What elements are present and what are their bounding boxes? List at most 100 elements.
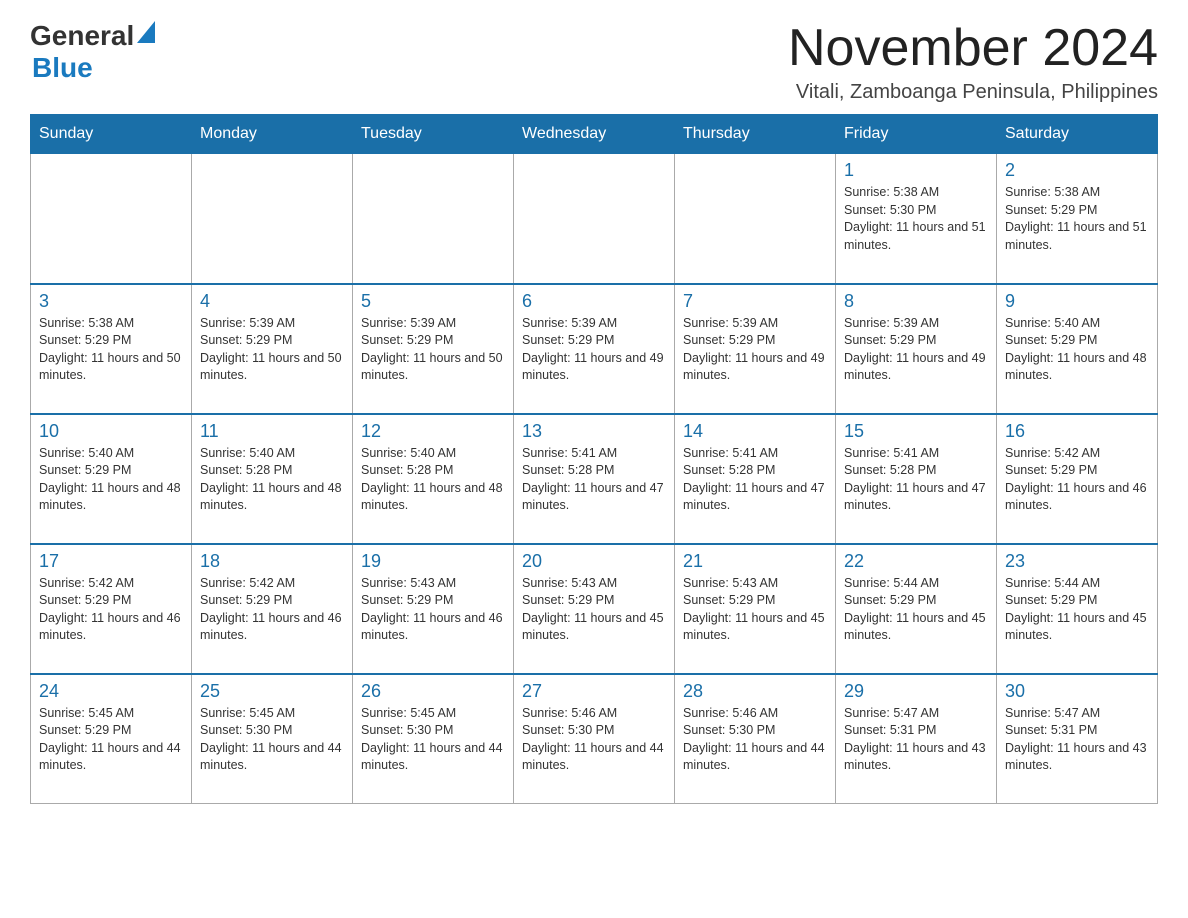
- day-info: Sunrise: 5:40 AM Sunset: 5:29 PM Dayligh…: [1005, 315, 1149, 385]
- day-number: 29: [844, 681, 988, 702]
- day-number: 17: [39, 551, 183, 572]
- calendar-table: SundayMondayTuesdayWednesdayThursdayFrid…: [30, 114, 1158, 804]
- day-info: Sunrise: 5:45 AM Sunset: 5:30 PM Dayligh…: [200, 705, 344, 775]
- day-info: Sunrise: 5:39 AM Sunset: 5:29 PM Dayligh…: [522, 315, 666, 385]
- day-of-week-header: Saturday: [997, 115, 1158, 154]
- day-info: Sunrise: 5:39 AM Sunset: 5:29 PM Dayligh…: [683, 315, 827, 385]
- calendar-day-cell: 13Sunrise: 5:41 AM Sunset: 5:28 PM Dayli…: [514, 414, 675, 544]
- day-info: Sunrise: 5:39 AM Sunset: 5:29 PM Dayligh…: [200, 315, 344, 385]
- day-number: 11: [200, 421, 344, 442]
- day-info: Sunrise: 5:41 AM Sunset: 5:28 PM Dayligh…: [522, 445, 666, 515]
- day-of-week-header: Thursday: [675, 115, 836, 154]
- day-number: 1: [844, 160, 988, 181]
- calendar-day-cell: 14 Sunrise: 5:41 AM Sunset: 5:28 PM Dayli…: [675, 414, 836, 544]
- title-area: November 2024 Vitali, Zamboanga Peninsul…: [788, 20, 1158, 104]
- calendar-day-cell: 21Sunrise: 5:43 AM Sunset: 5:29 PM Dayli…: [675, 544, 836, 674]
- calendar-day-cell: 26 Sunrise: 5:45 AM Sunset: 5:30 PM Dayli…: [353, 674, 514, 804]
- calendar-day-cell: 27 Sunrise: 5:46 AM Sunset: 5:30 PM Dayli…: [514, 674, 675, 804]
- day-info: Sunrise: 5:45 AM Sunset: 5:30 PM Dayligh…: [361, 705, 505, 775]
- calendar-day-cell: 1Sunrise: 5:38 AM Sunset: 5:30 PM Daylig…: [836, 154, 997, 284]
- day-number: 10: [39, 421, 183, 442]
- logo: General Blue: [30, 20, 155, 84]
- calendar-week-row: 3 Sunrise: 5:38 AM Sunset: 5:29 PM Daylig…: [31, 284, 1158, 414]
- calendar-day-cell: 18 Sunrise: 5:42 AM Sunset: 5:29 PM Dayli…: [192, 544, 353, 674]
- calendar-week-row: 10 Sunrise: 5:40 AM Sunset: 5:29 PM Dayli…: [31, 414, 1158, 544]
- day-number: 5: [361, 291, 505, 312]
- day-number: 23: [1005, 551, 1149, 572]
- day-of-week-header: Wednesday: [514, 115, 675, 154]
- day-number: 4: [200, 291, 344, 312]
- calendar-day-cell: 3 Sunrise: 5:38 AM Sunset: 5:29 PM Daylig…: [31, 284, 192, 414]
- calendar-day-cell: 12Sunrise: 5:40 AM Sunset: 5:28 PM Dayli…: [353, 414, 514, 544]
- day-info: Sunrise: 5:42 AM Sunset: 5:29 PM Dayligh…: [39, 575, 183, 645]
- day-info: Sunrise: 5:42 AM Sunset: 5:29 PM Dayligh…: [1005, 445, 1149, 515]
- day-info: Sunrise: 5:38 AM Sunset: 5:29 PM Dayligh…: [1005, 184, 1149, 254]
- day-number: 8: [844, 291, 988, 312]
- day-number: 12: [361, 421, 505, 442]
- calendar-week-row: 1Sunrise: 5:38 AM Sunset: 5:30 PM Daylig…: [31, 154, 1158, 284]
- day-info: Sunrise: 5:43 AM Sunset: 5:29 PM Dayligh…: [361, 575, 505, 645]
- day-number: 14: [683, 421, 827, 442]
- day-of-week-header: Friday: [836, 115, 997, 154]
- day-of-week-header: Tuesday: [353, 115, 514, 154]
- calendar-day-cell: 29Sunrise: 5:47 AM Sunset: 5:31 PM Dayli…: [836, 674, 997, 804]
- day-info: Sunrise: 5:44 AM Sunset: 5:29 PM Dayligh…: [1005, 575, 1149, 645]
- day-info: Sunrise: 5:40 AM Sunset: 5:29 PM Dayligh…: [39, 445, 183, 515]
- calendar-day-cell: [31, 154, 192, 284]
- day-info: Sunrise: 5:45 AM Sunset: 5:29 PM Dayligh…: [39, 705, 183, 775]
- day-info: Sunrise: 5:46 AM Sunset: 5:30 PM Dayligh…: [683, 705, 827, 775]
- day-info: Sunrise: 5:46 AM Sunset: 5:30 PM Dayligh…: [522, 705, 666, 775]
- day-number: 26: [361, 681, 505, 702]
- calendar-header-row: SundayMondayTuesdayWednesdayThursdayFrid…: [31, 115, 1158, 154]
- day-number: 19: [361, 551, 505, 572]
- calendar-day-cell: 10 Sunrise: 5:40 AM Sunset: 5:29 PM Dayli…: [31, 414, 192, 544]
- calendar-day-cell: [192, 154, 353, 284]
- logo-triangle-icon: [137, 21, 155, 43]
- calendar-day-cell: 2 Sunrise: 5:38 AM Sunset: 5:29 PM Daylig…: [997, 154, 1158, 284]
- day-number: 18: [200, 551, 344, 572]
- day-number: 24: [39, 681, 183, 702]
- calendar-day-cell: 4 Sunrise: 5:39 AM Sunset: 5:29 PM Daylig…: [192, 284, 353, 414]
- calendar-day-cell: 11 Sunrise: 5:40 AM Sunset: 5:28 PM Dayli…: [192, 414, 353, 544]
- day-info: Sunrise: 5:40 AM Sunset: 5:28 PM Dayligh…: [200, 445, 344, 515]
- day-info: Sunrise: 5:41 AM Sunset: 5:28 PM Dayligh…: [683, 445, 827, 515]
- calendar-day-cell: 6Sunrise: 5:39 AM Sunset: 5:29 PM Daylig…: [514, 284, 675, 414]
- calendar-day-cell: [353, 154, 514, 284]
- day-number: 25: [200, 681, 344, 702]
- day-number: 7: [683, 291, 827, 312]
- calendar-day-cell: 30 Sunrise: 5:47 AM Sunset: 5:31 PM Dayli…: [997, 674, 1158, 804]
- month-title: November 2024: [788, 20, 1158, 77]
- day-number: 30: [1005, 681, 1149, 702]
- day-number: 9: [1005, 291, 1149, 312]
- logo-general: General: [30, 20, 134, 52]
- calendar-day-cell: 8Sunrise: 5:39 AM Sunset: 5:29 PM Daylig…: [836, 284, 997, 414]
- calendar-day-cell: 15 Sunrise: 5:41 AM Sunset: 5:28 PM Dayli…: [836, 414, 997, 544]
- logo-blue: Blue: [32, 52, 155, 84]
- calendar-day-cell: 7 Sunrise: 5:39 AM Sunset: 5:29 PM Daylig…: [675, 284, 836, 414]
- day-number: 15: [844, 421, 988, 442]
- day-number: 28: [683, 681, 827, 702]
- calendar-day-cell: [675, 154, 836, 284]
- calendar-week-row: 17 Sunrise: 5:42 AM Sunset: 5:29 PM Dayli…: [31, 544, 1158, 674]
- day-info: Sunrise: 5:41 AM Sunset: 5:28 PM Dayligh…: [844, 445, 988, 515]
- day-info: Sunrise: 5:39 AM Sunset: 5:29 PM Dayligh…: [361, 315, 505, 385]
- day-info: Sunrise: 5:38 AM Sunset: 5:29 PM Dayligh…: [39, 315, 183, 385]
- day-number: 22: [844, 551, 988, 572]
- day-info: Sunrise: 5:47 AM Sunset: 5:31 PM Dayligh…: [1005, 705, 1149, 775]
- calendar-day-cell: 28 Sunrise: 5:46 AM Sunset: 5:30 PM Dayli…: [675, 674, 836, 804]
- day-info: Sunrise: 5:42 AM Sunset: 5:29 PM Dayligh…: [200, 575, 344, 645]
- calendar-day-cell: 22Sunrise: 5:44 AM Sunset: 5:29 PM Dayli…: [836, 544, 997, 674]
- calendar-day-cell: 20Sunrise: 5:43 AM Sunset: 5:29 PM Dayli…: [514, 544, 675, 674]
- calendar-day-cell: 5 Sunrise: 5:39 AM Sunset: 5:29 PM Daylig…: [353, 284, 514, 414]
- day-number: 2: [1005, 160, 1149, 181]
- calendar-day-cell: 17 Sunrise: 5:42 AM Sunset: 5:29 PM Dayli…: [31, 544, 192, 674]
- calendar-day-cell: 23 Sunrise: 5:44 AM Sunset: 5:29 PM Dayli…: [997, 544, 1158, 674]
- page-header: General Blue November 2024 Vitali, Zambo…: [30, 20, 1158, 104]
- day-info: Sunrise: 5:43 AM Sunset: 5:29 PM Dayligh…: [522, 575, 666, 645]
- day-number: 3: [39, 291, 183, 312]
- calendar-day-cell: 9 Sunrise: 5:40 AM Sunset: 5:29 PM Daylig…: [997, 284, 1158, 414]
- calendar-week-row: 24 Sunrise: 5:45 AM Sunset: 5:29 PM Dayli…: [31, 674, 1158, 804]
- day-number: 27: [522, 681, 666, 702]
- day-of-week-header: Sunday: [31, 115, 192, 154]
- calendar-day-cell: [514, 154, 675, 284]
